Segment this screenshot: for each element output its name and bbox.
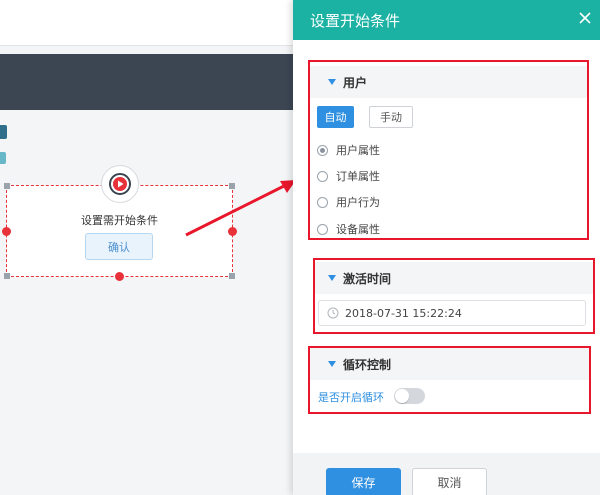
resize-corner-bottom-left[interactable] — [4, 273, 10, 279]
activation-datetime-input[interactable]: 2018-07-31 15:22:24 — [318, 300, 586, 326]
annotation-arrow — [185, 180, 296, 237]
close-icon[interactable] — [577, 10, 593, 26]
start-condition-panel: 设置开始条件 用户 自动 手动 用户属性 订单属性 用户行为 设备属性 激活时间 — [293, 0, 600, 495]
radio-label: 用户属性 — [336, 144, 380, 157]
radio-icon[interactable] — [317, 196, 328, 208]
user-section-label: 用户 — [343, 76, 368, 90]
radio-order-attribute[interactable]: 订单属性 — [317, 167, 380, 185]
loop-toggle-label: 是否开启循环 — [318, 391, 384, 404]
toggle-knob — [395, 389, 409, 403]
connector-handle-bottom[interactable] — [115, 272, 124, 281]
collapse-triangle-icon[interactable] — [328, 79, 336, 85]
play-icon — [109, 173, 131, 195]
save-button[interactable]: 保存 — [326, 468, 401, 495]
node-start-badge — [101, 165, 139, 203]
radio-user-behavior[interactable]: 用户行为 — [317, 193, 380, 211]
radio-user-attribute[interactable]: 用户属性 — [317, 141, 380, 159]
clock-icon — [327, 307, 339, 319]
canvas-top-area — [0, 0, 293, 46]
collapse-triangle-icon[interactable] — [328, 361, 336, 367]
panel-header: 设置开始条件 — [293, 0, 600, 40]
connector-handle-left[interactable] — [2, 227, 11, 236]
resize-corner-bottom-right[interactable] — [229, 273, 235, 279]
radio-label: 订单属性 — [336, 170, 380, 183]
loop-section-label: 循环控制 — [343, 358, 392, 372]
resize-corner-top-left[interactable] — [4, 183, 10, 189]
flow-canvas[interactable]: 设置需开始条件 确认 — [0, 0, 293, 495]
node-confirm-button[interactable]: 确认 — [85, 233, 153, 260]
activation-section-label: 激活时间 — [343, 272, 392, 286]
radio-label: 用户行为 — [336, 196, 380, 209]
radio-label: 设备属性 — [336, 223, 380, 236]
panel-title: 设置开始条件 — [310, 12, 401, 30]
mode-auto-button[interactable]: 自动 — [317, 106, 354, 128]
cancel-button[interactable]: 取消 — [412, 468, 487, 495]
mode-manual-button[interactable]: 手动 — [369, 106, 413, 128]
loop-toggle-switch[interactable] — [394, 388, 425, 404]
collapse-triangle-icon[interactable] — [328, 275, 336, 281]
side-tool-tab[interactable] — [0, 125, 7, 139]
canvas-toolbar-bar — [0, 54, 293, 110]
radio-icon[interactable] — [317, 223, 328, 235]
radio-icon[interactable] — [317, 170, 328, 182]
radio-device-attribute[interactable]: 设备属性 — [317, 220, 380, 238]
side-tool-tab-2[interactable] — [0, 152, 6, 164]
datetime-value: 2018-07-31 15:22:24 — [345, 306, 462, 320]
radio-checked-icon[interactable] — [317, 144, 328, 156]
